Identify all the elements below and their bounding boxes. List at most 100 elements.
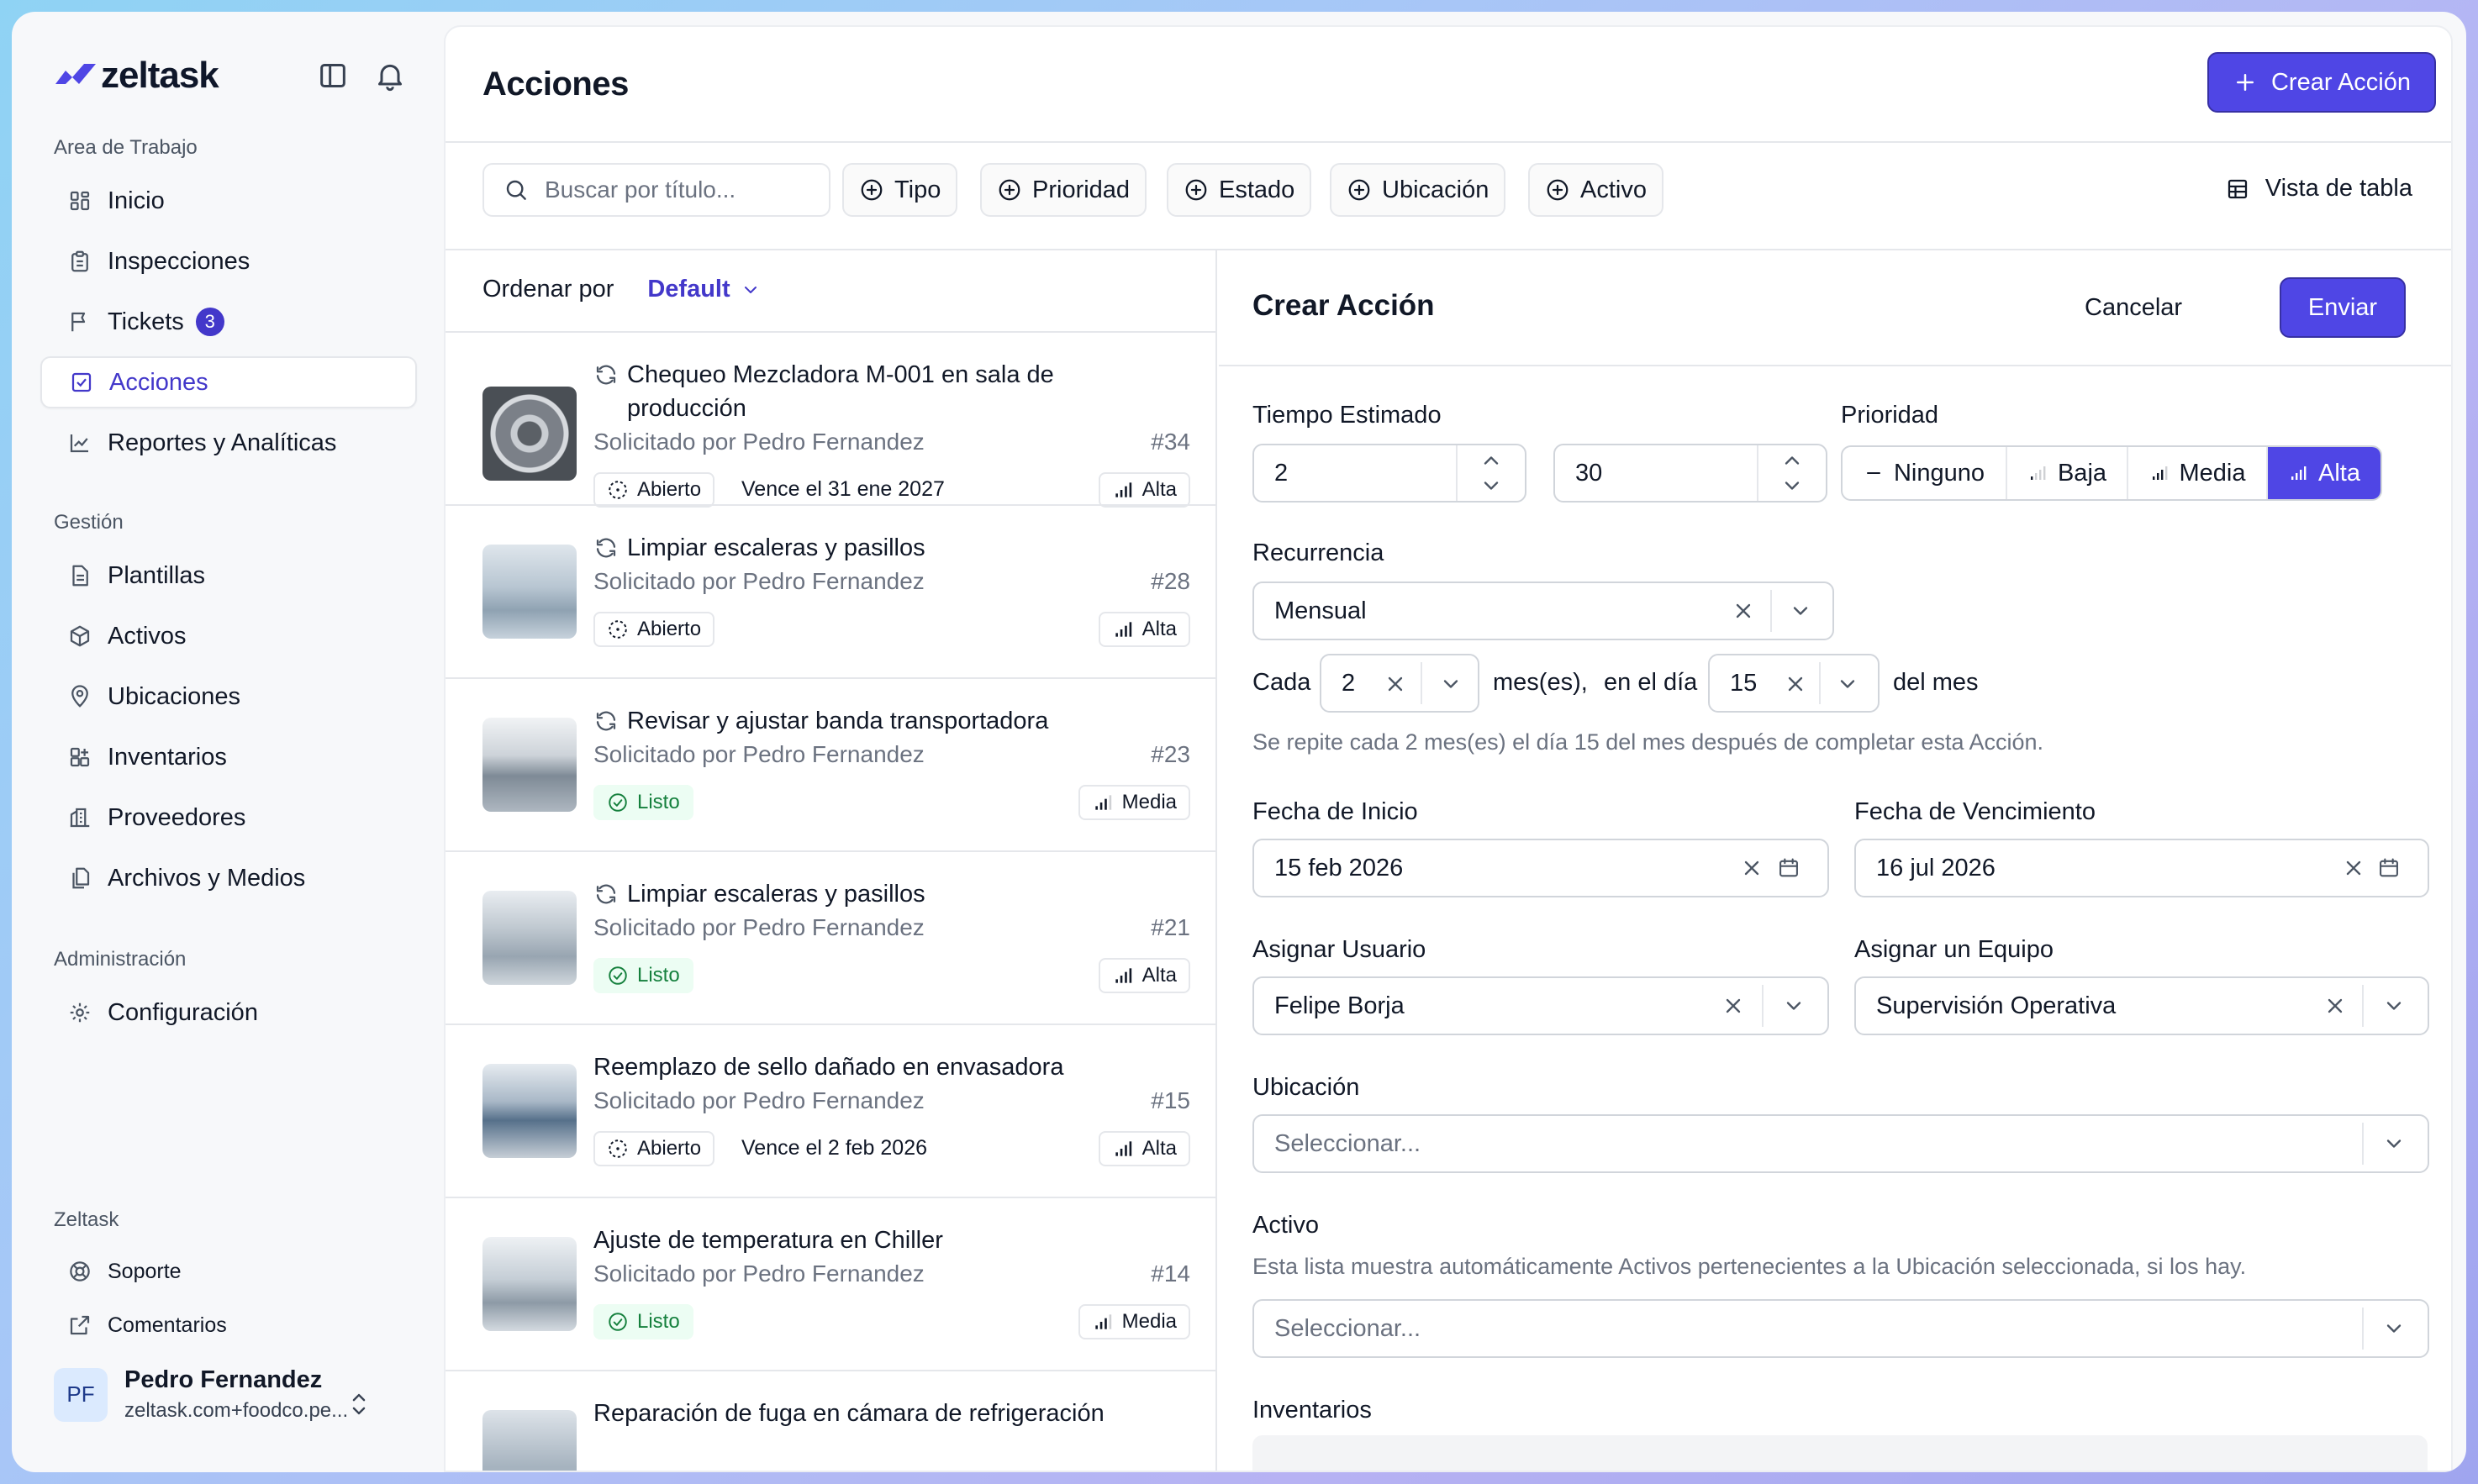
item-title: Ajuste de temperatura en Chiller xyxy=(593,1227,943,1254)
priority-option-medium[interactable]: Media xyxy=(2128,447,2268,499)
sidebar-item-tickets[interactable]: Tickets 3 xyxy=(40,296,417,348)
sidebar-item-soporte[interactable]: Soporte xyxy=(40,1245,417,1297)
status-badge: Abierto xyxy=(593,472,715,508)
priority-option-high[interactable]: Alta xyxy=(2268,447,2380,499)
chevron-up-icon[interactable] xyxy=(1479,449,1503,472)
status-badge: Listo xyxy=(593,958,693,993)
plus-circle-icon xyxy=(997,177,1022,203)
item-title: Revisar y ajustar banda transportadora xyxy=(593,704,1048,738)
plus-circle-icon xyxy=(1545,177,1570,203)
sidebar-item-archivos[interactable]: Archivos y Medios xyxy=(40,852,417,904)
list-item[interactable]: Limpiar escaleras y pasillos Solicitado … xyxy=(446,504,1215,677)
sidebar-item-configuracion[interactable]: Configuración xyxy=(40,987,417,1039)
list-item[interactable]: Limpiar escaleras y pasillos Solicitado … xyxy=(446,850,1215,1024)
clear-icon[interactable] xyxy=(2323,994,2347,1018)
clear-icon[interactable] xyxy=(1740,856,1764,880)
inventory-area[interactable] xyxy=(1252,1435,2428,1471)
chevron-down-icon[interactable] xyxy=(1789,599,1812,623)
priority-badge: Alta xyxy=(1098,612,1190,647)
chevron-down-icon[interactable] xyxy=(1479,474,1503,497)
sidebar-item-label: Acciones xyxy=(109,368,208,396)
clear-icon[interactable] xyxy=(1784,672,1807,696)
file-icon xyxy=(72,565,88,587)
sidebar-item-inspecciones[interactable]: Inspecciones xyxy=(40,235,417,287)
item-number: #28 xyxy=(1151,568,1190,594)
assign-user-value: Felipe Borja xyxy=(1274,992,1405,1019)
logo[interactable]: zeltask xyxy=(54,52,219,99)
table-view-button[interactable]: Vista de tabla xyxy=(2225,175,2412,203)
item-due-date: Vence el 31 ene 2027 xyxy=(741,477,945,501)
filter-chip-activo[interactable]: Activo xyxy=(1528,163,1663,217)
filter-chip-estado[interactable]: Estado xyxy=(1167,163,1312,217)
sidebar-item-label: Activos xyxy=(108,622,187,650)
avatar: PF xyxy=(54,1367,108,1422)
create-action-button[interactable]: Crear Acción xyxy=(2207,52,2436,113)
sidebar-item-acciones[interactable]: Acciones xyxy=(40,356,417,408)
sidebar-item-plantillas[interactable]: Plantillas xyxy=(40,550,417,602)
chevron-down-icon[interactable] xyxy=(2382,994,2406,1018)
sidebar-item-label: Ubicaciones xyxy=(108,682,240,710)
priority-high-icon xyxy=(1112,479,1134,501)
sidebar-item-label: Inicio xyxy=(108,187,165,214)
form-title: Crear Acción xyxy=(1252,289,1435,322)
sidebar-item-ubicaciones[interactable]: Ubicaciones xyxy=(40,671,417,723)
sidebar-item-reportes[interactable]: Reportes y Analíticas xyxy=(40,417,417,469)
clear-icon[interactable] xyxy=(1721,994,1745,1018)
item-number: #23 xyxy=(1151,741,1190,767)
filter-chip-ubicacion[interactable]: Ubicación xyxy=(1330,163,1506,217)
filter-chip-label: Prioridad xyxy=(1032,176,1131,203)
list-item[interactable]: Ajuste de temperatura en Chiller Solicit… xyxy=(446,1197,1215,1370)
divider xyxy=(446,141,2451,143)
filter-chip-prioridad[interactable]: Prioridad xyxy=(980,163,1147,217)
search-input[interactable]: Buscar por título... xyxy=(482,163,830,217)
bell-icon[interactable] xyxy=(373,59,407,92)
chevron-down-icon[interactable] xyxy=(2382,1317,2406,1340)
assign-user-label: Asignar Usuario xyxy=(1252,936,1426,963)
location-select[interactable]: Seleccionar... xyxy=(1252,1114,2429,1173)
calendar-icon[interactable] xyxy=(1777,856,1801,880)
chart-line-icon xyxy=(70,434,88,453)
list-item[interactable]: Reemplazo de sello dañado en envasadora … xyxy=(446,1024,1215,1197)
sidebar-item-inicio[interactable]: Inicio xyxy=(40,175,417,227)
sidebar-item-inventarios[interactable]: Inventarios xyxy=(40,731,417,783)
cancel-button[interactable]: Cancelar xyxy=(2085,294,2182,322)
create-action-form: Crear Acción Cancelar Enviar Tiempo Esti… xyxy=(1219,250,2451,1471)
sort-dropdown[interactable]: Default xyxy=(647,276,760,303)
chevron-up-icon[interactable] xyxy=(1780,449,1804,472)
submit-button[interactable]: Enviar xyxy=(2280,277,2406,338)
day-value: 15 xyxy=(1730,669,1758,697)
search-placeholder: Buscar por título... xyxy=(545,176,736,203)
sidebar-toggle-icon[interactable] xyxy=(316,59,350,92)
list-item[interactable]: Reparación de fuga en cámara de refriger… xyxy=(446,1370,1215,1471)
chevron-down-icon[interactable] xyxy=(1439,672,1463,696)
priority-option-low[interactable]: Baja xyxy=(2007,447,2128,499)
chevron-up-down-icon[interactable] xyxy=(346,1390,372,1418)
clear-icon[interactable] xyxy=(2342,856,2365,880)
sidebar-item-label: Soporte xyxy=(108,1259,182,1283)
chevron-down-icon[interactable] xyxy=(2382,1132,2406,1155)
chevron-down-icon[interactable] xyxy=(1782,994,1806,1018)
section-zeltask: Zeltask xyxy=(54,1208,119,1231)
priority-option-none[interactable]: Ninguno xyxy=(1843,447,2007,499)
chevron-down-icon[interactable] xyxy=(1836,672,1859,696)
location-label: Ubicación xyxy=(1252,1074,1360,1101)
item-requester: Solicitado por Pedro Fernandez xyxy=(593,568,925,594)
sidebar-item-proveedores[interactable]: Proveedores xyxy=(40,792,417,844)
calendar-icon[interactable] xyxy=(2377,856,2401,880)
chevron-down-icon[interactable] xyxy=(1780,474,1804,497)
check-square-icon xyxy=(71,372,92,392)
divider xyxy=(2362,985,2364,1027)
user-menu[interactable]: PF Pedro Fernandez zeltask.com+foodco.pe… xyxy=(54,1366,348,1423)
sidebar-item-activos[interactable]: Activos xyxy=(40,610,417,662)
filter-chip-tipo[interactable]: Tipo xyxy=(842,163,958,217)
app-window: zeltask Area de Trabajo Inicio Inspeccio… xyxy=(12,12,2466,1472)
asset-select[interactable]: Seleccionar... xyxy=(1252,1299,2429,1358)
clear-icon[interactable] xyxy=(1384,672,1407,696)
clear-icon[interactable] xyxy=(1732,599,1755,623)
list-item[interactable]: Chequeo Mezcladora M-001 en sala de prod… xyxy=(446,331,1215,508)
sidebar-item-comentarios[interactable]: Comentarios xyxy=(40,1299,417,1351)
list-item[interactable]: Revisar y ajustar banda transportadora S… xyxy=(446,677,1215,850)
sort-row: Ordenar por Default xyxy=(482,276,761,303)
plus-circle-icon xyxy=(1184,177,1209,203)
item-number: #34 xyxy=(1151,429,1190,455)
